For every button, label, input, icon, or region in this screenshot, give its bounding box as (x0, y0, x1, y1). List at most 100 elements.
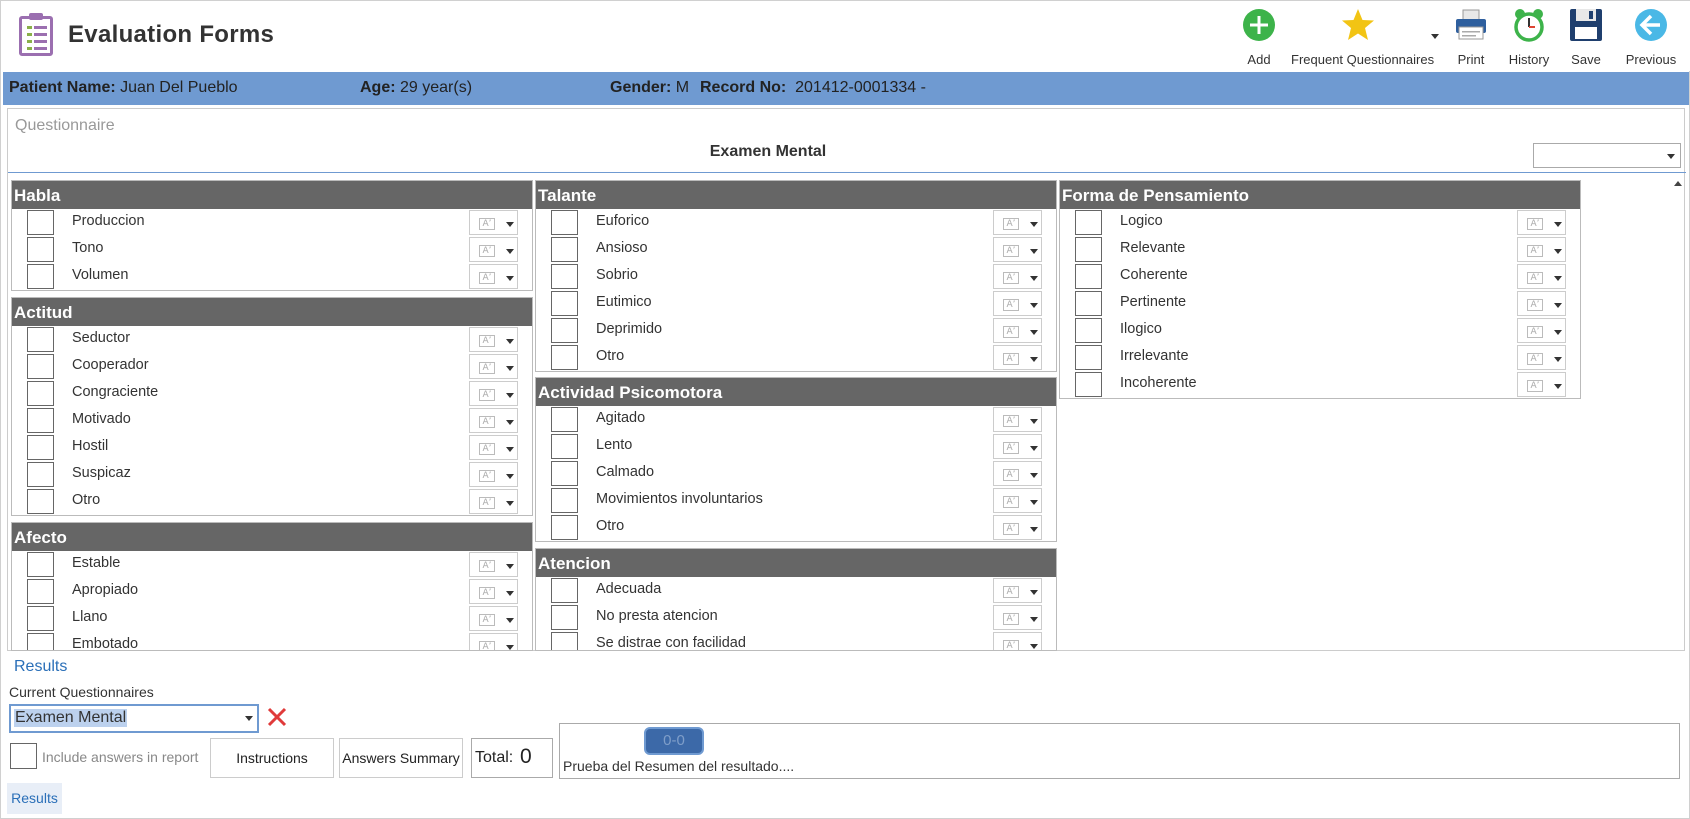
close-icon[interactable] (265, 705, 289, 729)
comment-dropdown[interactable]: A’ (1517, 210, 1566, 235)
item-checkbox[interactable] (27, 462, 54, 487)
item-checkbox[interactable] (551, 605, 578, 630)
item-checkbox[interactable] (551, 318, 578, 343)
item-checkbox[interactable] (551, 237, 578, 262)
comment-dropdown[interactable]: A’ (1517, 264, 1566, 289)
item-checkbox[interactable] (27, 210, 54, 235)
item-checkbox[interactable] (27, 237, 54, 262)
patient-age: Age: 29 year(s) (360, 79, 473, 96)
comment-dropdown[interactable]: A’ (993, 461, 1042, 486)
comment-dropdown[interactable]: A’ (993, 318, 1042, 343)
comment-dropdown[interactable]: A’ (469, 552, 518, 577)
item-checkbox[interactable] (551, 264, 578, 289)
comment-dropdown[interactable]: A’ (1517, 318, 1566, 343)
item-checkbox[interactable] (27, 552, 54, 577)
comment-dropdown[interactable]: A’ (469, 381, 518, 406)
comment-dropdown[interactable]: A’ (469, 489, 518, 514)
item-checkbox[interactable] (1075, 318, 1102, 343)
comment-dropdown[interactable]: A’ (1517, 291, 1566, 316)
comment-dropdown[interactable]: A’ (1517, 372, 1566, 397)
comment-dropdown[interactable]: A’ (469, 435, 518, 460)
comment-dropdown[interactable]: A’ (993, 632, 1042, 650)
comment-dropdown[interactable]: A’ (993, 515, 1042, 540)
tab-results[interactable]: Results (7, 783, 62, 814)
comment-dropdown[interactable]: A’ (469, 210, 518, 235)
comment-dropdown[interactable]: A’ (993, 237, 1042, 262)
comment-dropdown[interactable]: A’ (469, 606, 518, 631)
comment-dropdown[interactable]: A’ (993, 605, 1042, 630)
comment-dropdown[interactable]: A’ (469, 264, 518, 289)
current-questionnaire-select[interactable]: Examen Mental (9, 704, 259, 733)
comment-dropdown[interactable]: A’ (469, 354, 518, 379)
chevron-down-icon (1030, 590, 1038, 595)
item-checkbox[interactable] (551, 461, 578, 486)
comment-dropdown[interactable]: A’ (1517, 345, 1566, 370)
item-label: Deprimido (596, 321, 663, 337)
item-checkbox[interactable] (27, 408, 54, 433)
include-answers-checkbox[interactable] (10, 743, 37, 769)
item-checkbox[interactable] (551, 345, 578, 370)
add-button[interactable]: Add (1236, 5, 1282, 69)
comment-dropdown[interactable]: A’ (469, 579, 518, 604)
frequent-questionnaires-button[interactable]: Frequent Questionnaires (1291, 5, 1434, 69)
print-button[interactable]: Print (1448, 5, 1494, 69)
item-checkbox[interactable] (1075, 372, 1102, 397)
comment-dropdown[interactable]: A’ (993, 345, 1042, 370)
item-checkbox[interactable] (551, 407, 578, 432)
item-checkbox[interactable] (27, 264, 54, 289)
comment-dropdown[interactable]: A’ (993, 264, 1042, 289)
item-checkbox[interactable] (27, 381, 54, 406)
comment-dropdown[interactable]: A’ (469, 462, 518, 487)
item-checkbox[interactable] (1075, 291, 1102, 316)
item-checkbox[interactable] (1075, 237, 1102, 262)
item-checkbox[interactable] (1075, 264, 1102, 289)
previous-button[interactable]: Previous (1625, 5, 1677, 69)
comment-dropdown[interactable]: A’ (993, 488, 1042, 513)
item-checkbox[interactable] (1075, 210, 1102, 235)
text-comment-icon: A’ (1003, 640, 1019, 650)
comment-dropdown[interactable]: A’ (993, 434, 1042, 459)
checklist-item: Ilogico A’ (1060, 317, 1580, 344)
text-comment-icon: A’ (1003, 353, 1019, 365)
results-link[interactable]: Results (14, 658, 67, 676)
item-checkbox[interactable] (27, 633, 54, 650)
history-button[interactable]: History (1504, 5, 1554, 69)
item-checkbox[interactable] (551, 291, 578, 316)
item-checkbox[interactable] (27, 489, 54, 514)
item-checkbox[interactable] (551, 434, 578, 459)
answers-summary-button[interactable]: Answers Summary (339, 738, 463, 778)
comment-dropdown[interactable]: A’ (993, 578, 1042, 603)
text-comment-icon: A’ (1527, 353, 1543, 365)
item-checkbox[interactable] (27, 579, 54, 604)
comment-dropdown[interactable]: A’ (469, 408, 518, 433)
comment-dropdown[interactable]: A’ (993, 210, 1042, 235)
item-checkbox[interactable] (551, 632, 578, 650)
item-checkbox[interactable] (27, 435, 54, 460)
comment-dropdown[interactable]: A’ (469, 327, 518, 352)
scroll-up-icon[interactable] (1674, 181, 1682, 186)
comment-dropdown[interactable]: A’ (1517, 237, 1566, 262)
text-comment-icon: A’ (479, 272, 495, 284)
item-checkbox[interactable] (551, 210, 578, 235)
checklist-item: Hostil A’ (12, 434, 532, 461)
item-checkbox[interactable] (551, 488, 578, 513)
item-checkbox[interactable] (1075, 345, 1102, 370)
instructions-button[interactable]: Instructions (210, 738, 334, 778)
item-checkbox[interactable] (551, 515, 578, 540)
chevron-down-icon[interactable] (1431, 34, 1439, 39)
comment-dropdown[interactable]: A’ (469, 633, 518, 650)
item-checkbox[interactable] (27, 327, 54, 352)
comment-dropdown[interactable]: A’ (993, 291, 1042, 316)
item-checkbox[interactable] (27, 354, 54, 379)
item-label: Congraciente (72, 384, 159, 400)
save-button[interactable]: Save (1563, 5, 1609, 69)
chevron-down-icon (1030, 500, 1038, 505)
item-checkbox[interactable] (27, 606, 54, 631)
comment-dropdown[interactable]: A’ (469, 237, 518, 262)
questionnaire-select[interactable] (1533, 143, 1681, 168)
chevron-down-icon (506, 249, 514, 254)
item-checkbox[interactable] (551, 578, 578, 603)
comment-dropdown[interactable]: A’ (993, 407, 1042, 432)
checklist-item: Volumen A’ (12, 263, 532, 290)
section-actividad-psicomotora: Actividad Psicomotora Agitado A’ Lento A’ Ca… (535, 377, 1057, 542)
